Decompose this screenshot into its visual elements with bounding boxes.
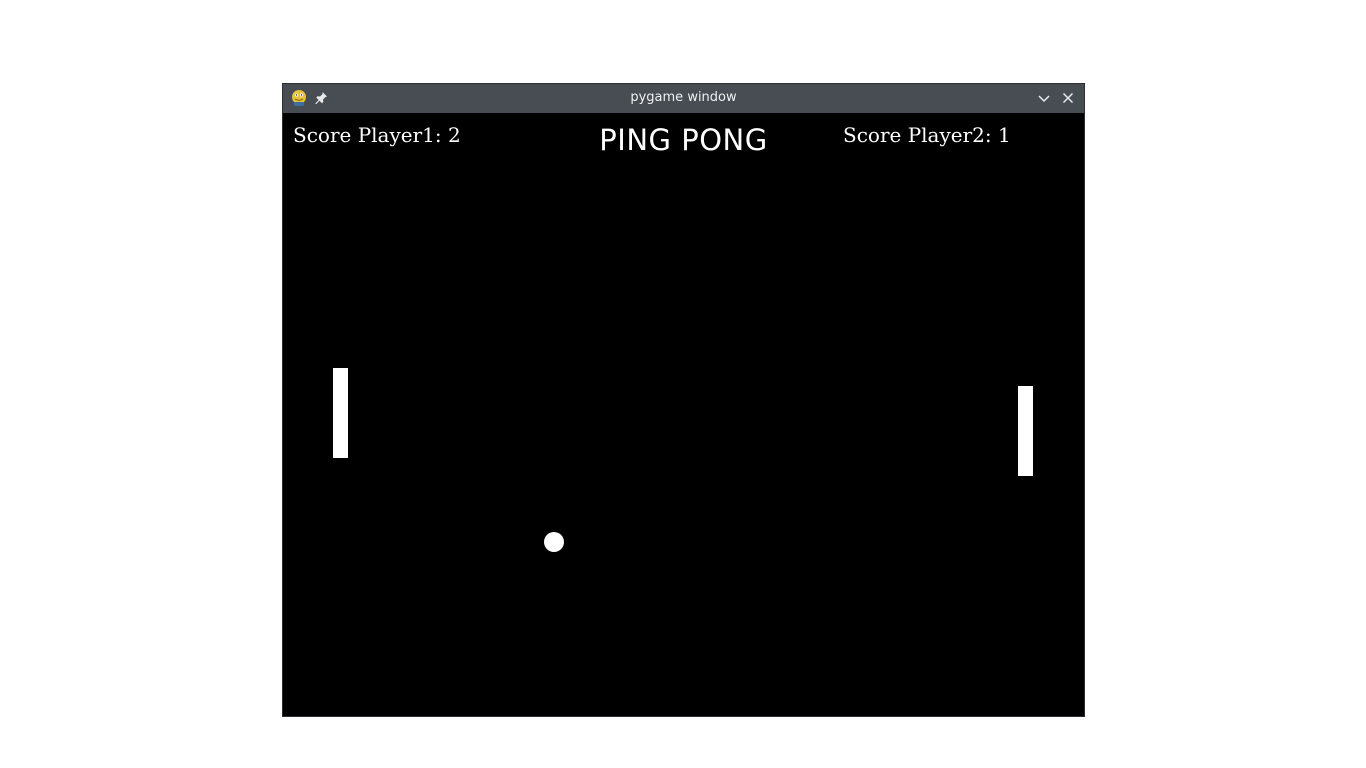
window-titlebar[interactable]: pygame window [283, 84, 1084, 113]
right-paddle [1018, 386, 1033, 476]
close-icon[interactable] [1060, 90, 1076, 106]
game-canvas[interactable]: Score Player1: 2 PING PONG Score Player2… [283, 113, 1084, 716]
pygame-window: pygame window Score Player1: 2 PING PONG… [283, 84, 1084, 716]
ball [544, 532, 564, 552]
chevron-down-icon[interactable] [1036, 90, 1052, 106]
window-title: pygame window [630, 90, 737, 105]
left-paddle [333, 368, 348, 458]
score-player2: Score Player2: 1 [843, 123, 1011, 147]
